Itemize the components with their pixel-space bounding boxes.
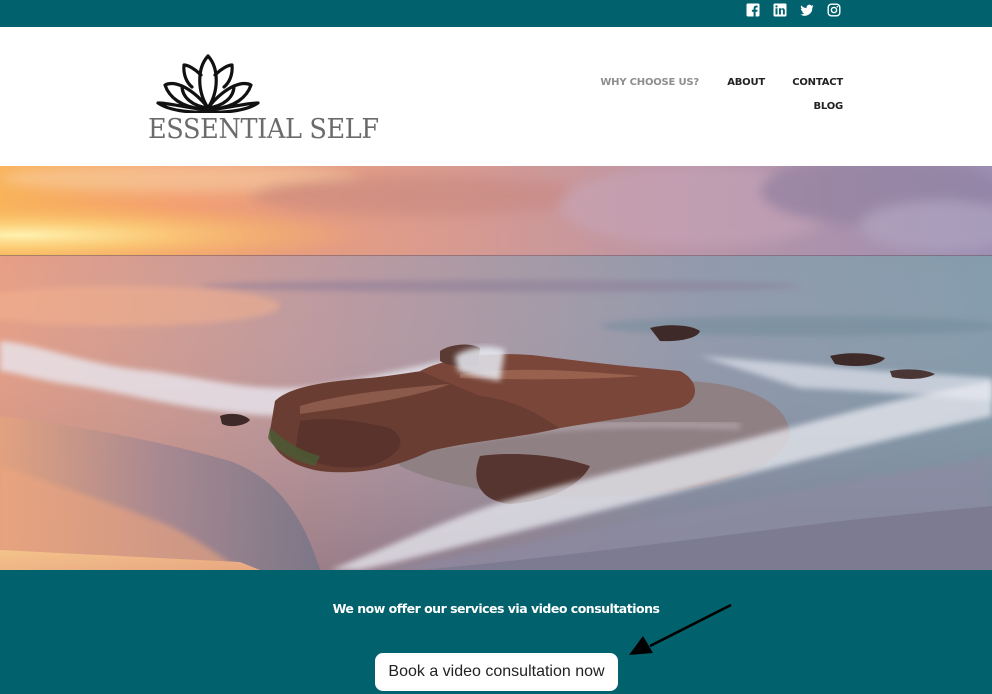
seascape-image xyxy=(0,166,992,570)
site-header: ESSENTIAL SELF WHY CHOOSE US? ABOUT CONT… xyxy=(0,27,992,166)
linkedin-link[interactable] xyxy=(773,3,787,17)
social-links xyxy=(746,3,841,17)
nav-item-contact[interactable]: CONTACT xyxy=(792,77,843,88)
instagram-icon xyxy=(827,3,841,17)
lotus-icon xyxy=(156,54,260,113)
top-bar xyxy=(0,0,992,27)
book-video-consultation-button[interactable]: Book a video consultation now xyxy=(375,653,618,691)
twitter-icon xyxy=(800,4,814,16)
linkedin-icon xyxy=(773,3,787,17)
twitter-link[interactable] xyxy=(800,3,814,17)
hero-image xyxy=(0,166,992,570)
cta-text: We now offer our services via video cons… xyxy=(332,601,660,616)
nav-item-about[interactable]: ABOUT xyxy=(727,77,765,88)
site-logo[interactable]: ESSENTIAL SELF xyxy=(148,53,384,145)
nav-item-why-choose-us[interactable]: WHY CHOOSE US? xyxy=(600,77,699,88)
cta-section: We now offer our services via video cons… xyxy=(0,570,992,694)
facebook-icon xyxy=(746,3,760,17)
logo-text: ESSENTIAL SELF xyxy=(148,113,379,145)
facebook-link[interactable] xyxy=(746,3,760,17)
nav-item-blog[interactable]: BLOG xyxy=(813,101,843,112)
instagram-link[interactable] xyxy=(827,3,841,17)
